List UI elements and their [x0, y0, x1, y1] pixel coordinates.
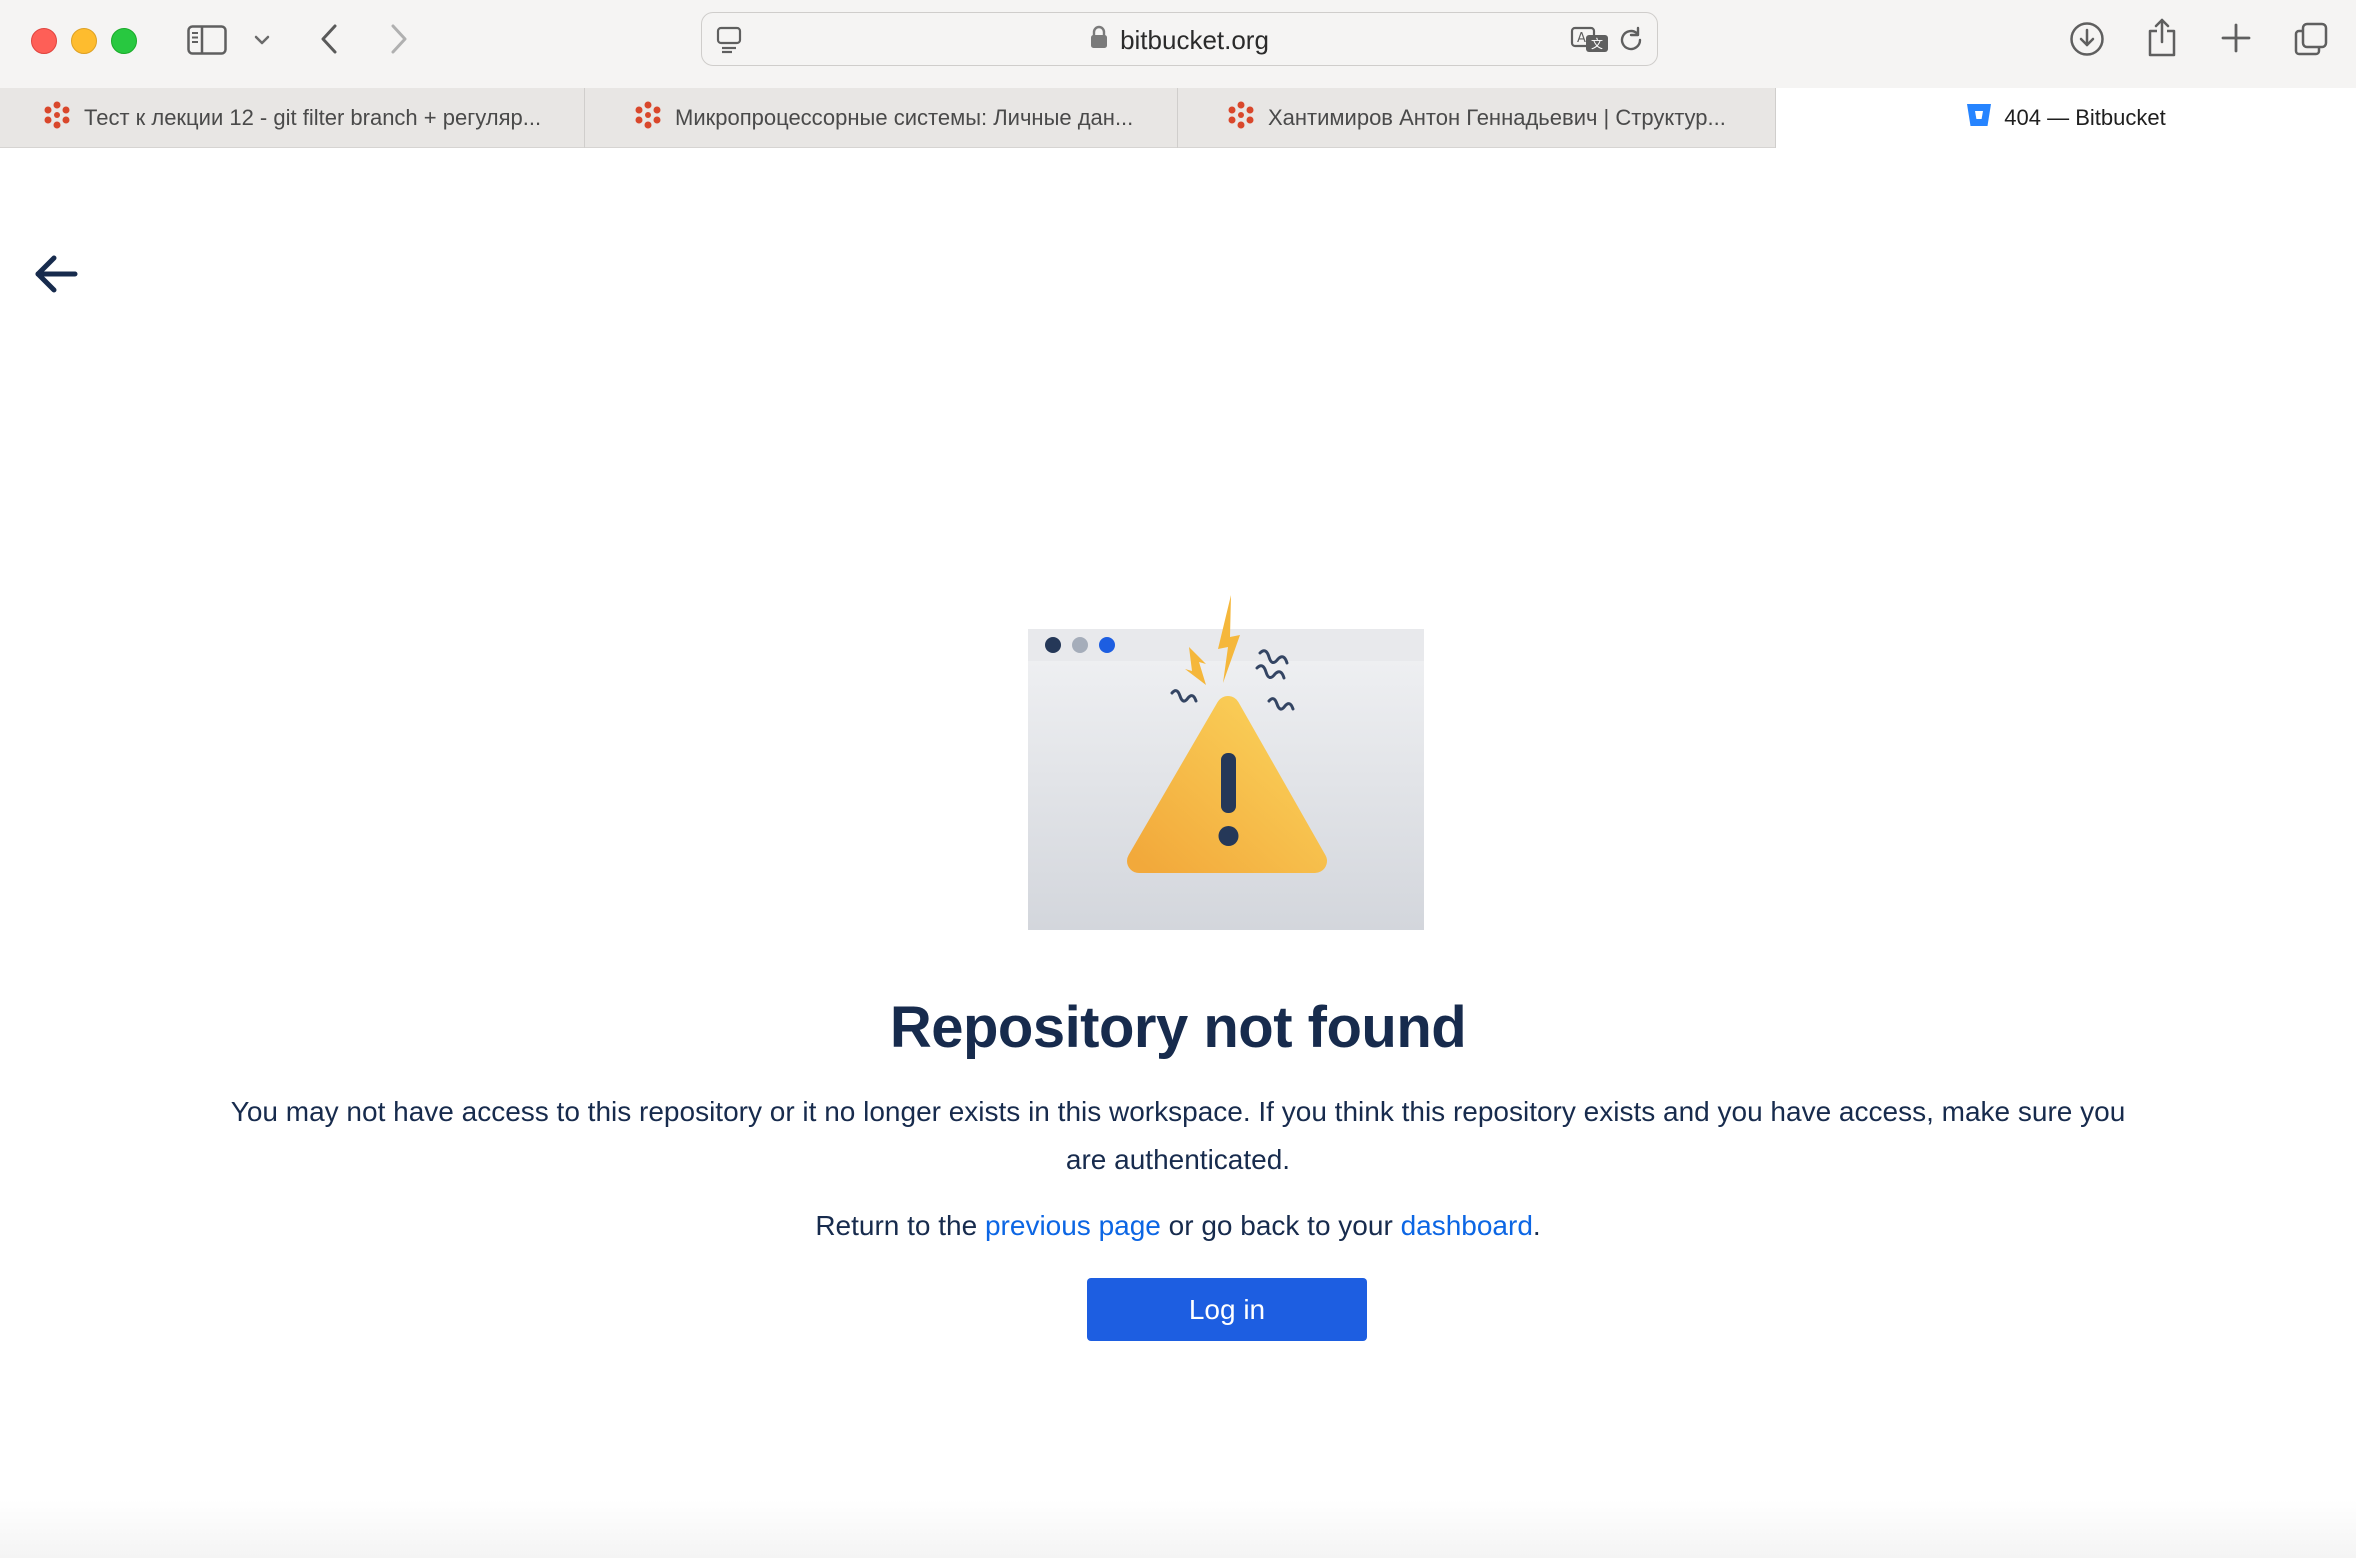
back-icon[interactable] [316, 20, 342, 58]
return-suffix: . [1532, 1210, 1541, 1241]
share-icon[interactable] [2144, 16, 2180, 58]
close-window-button[interactable] [31, 28, 57, 54]
site-favicon-icon [1226, 100, 1256, 136]
page-footer-shadow [0, 1500, 2356, 1558]
dashboard-link[interactable]: dashboard [1401, 1210, 1533, 1241]
return-line: Return to the previous page or go back t… [0, 1210, 2356, 1242]
sidebar-icon[interactable] [186, 22, 228, 58]
site-favicon-icon [42, 100, 72, 136]
site-favicon-icon [633, 100, 663, 136]
translate-icon[interactable]: A文 [1570, 25, 1610, 55]
forward-icon[interactable] [386, 20, 412, 58]
page-title: Repository not found [889, 995, 1467, 1060]
svg-text:文: 文 [1591, 36, 1603, 51]
arrow-left-icon[interactable] [33, 253, 79, 295]
new-tab-icon[interactable] [2218, 20, 2254, 56]
tab-overview-icon[interactable] [2292, 20, 2330, 58]
tab-3[interactable]: Хантимиров Антон Геннадьевич | Структур.… [1178, 88, 1776, 148]
tab-active[interactable]: 404 — Bitbucket [1776, 88, 2356, 148]
lock-icon [1090, 25, 1108, 56]
tab-title: Хантимиров Антон Геннадьевич | Структур.… [1268, 105, 1726, 130]
warning-illustration [1026, 595, 1426, 930]
tab-1[interactable]: Тест к лекции 12 - git filter branch + р… [0, 88, 585, 148]
tab-title: 404 — Bitbucket [2004, 105, 2166, 130]
chevron-down-icon[interactable] [252, 28, 272, 52]
return-middle: or go back to your [1160, 1210, 1401, 1241]
log-in-button[interactable]: Log in [1087, 1278, 1367, 1341]
reload-icon[interactable] [1616, 25, 1646, 55]
tab-title: Микропроцессорные системы: Личные дан... [675, 105, 1134, 130]
tab-2[interactable]: Микропроцессорные системы: Личные дан... [585, 88, 1178, 148]
download-icon[interactable] [2068, 20, 2106, 58]
bitbucket-icon [1966, 103, 1992, 133]
address-bar[interactable]: bitbucket.org A文 [701, 12, 1658, 66]
svg-text:A: A [1577, 31, 1586, 46]
previous-page-link[interactable]: previous page [985, 1210, 1161, 1241]
tab-title: Тест к лекции 12 - git filter branch + р… [84, 105, 542, 130]
return-prefix: Return to the [815, 1210, 985, 1241]
error-description: You may not have access to this reposito… [230, 1096, 2126, 1175]
browser-toolbar: bitbucket.org A文 [0, 0, 2356, 88]
zoom-window-button[interactable] [111, 28, 137, 54]
minimize-window-button[interactable] [71, 28, 97, 54]
tab-bar: Тест к лекции 12 - git filter branch + р… [0, 88, 2356, 148]
url-text: bitbucket.org [1120, 24, 1269, 55]
